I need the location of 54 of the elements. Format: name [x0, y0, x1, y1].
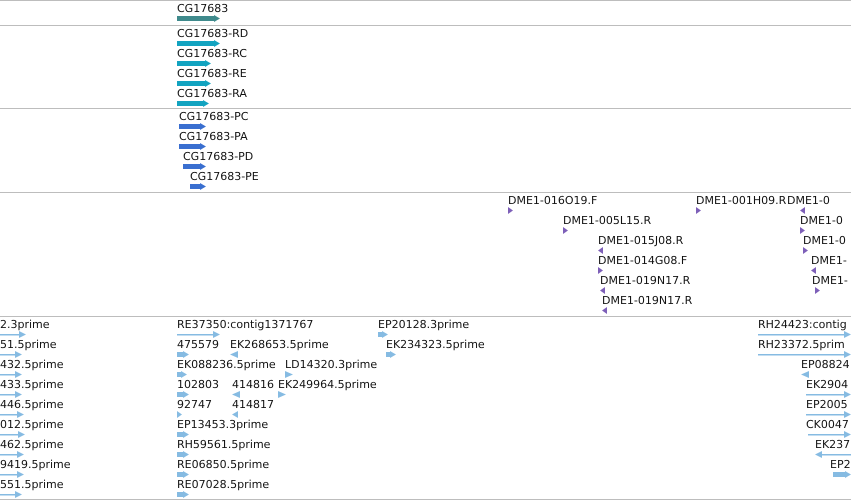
feature-label[interactable]: DME1- — [811, 254, 847, 267]
feature-label[interactable]: CG17683-PD — [183, 150, 254, 163]
feature-label[interactable]: 51.5prime — [0, 338, 57, 351]
feature-label[interactable]: CG17683-RC — [177, 47, 247, 60]
feature-label[interactable]: 551.5prime — [0, 478, 64, 491]
feature-label[interactable]: EK088236.5prime — [177, 358, 276, 371]
feature-label[interactable]: 102803 — [177, 378, 219, 391]
feature-label[interactable]: EK2904 — [806, 378, 848, 391]
feature-label[interactable]: RH59561.5prime — [177, 438, 270, 451]
feature-label[interactable]: DME1-005L15.R — [563, 214, 652, 227]
feature-label[interactable]: CK0047 — [806, 418, 849, 431]
feature-label[interactable]: CG17683-PA — [179, 130, 248, 143]
feature-label[interactable]: EK249964.5prime — [278, 378, 377, 391]
feature-label[interactable]: 462.5prime — [0, 438, 64, 451]
feature-label[interactable]: CG17683 — [177, 2, 228, 15]
feature-label[interactable]: 414816 — [232, 378, 274, 391]
feature-label[interactable]: 446.5prime — [0, 398, 64, 411]
feature-label[interactable]: RH24423:contig — [758, 318, 847, 331]
feature-label[interactable]: DME1-0 — [800, 214, 843, 227]
feature-label[interactable]: 012.5prime — [0, 418, 64, 431]
feature-label[interactable]: 432.5prime — [0, 358, 64, 371]
feature-label[interactable]: EK234323.5prime — [386, 338, 485, 351]
feature-label[interactable]: EP20128.3prime — [378, 318, 470, 331]
feature-label[interactable]: EP13453.3prime — [177, 418, 268, 431]
feature-label[interactable]: DME1-001H09.R — [696, 194, 786, 207]
feature-label[interactable]: RH23372.5prim — [758, 338, 845, 351]
feature-label[interactable]: 433.5prime — [0, 378, 64, 391]
feature-label[interactable]: DME1-0 — [787, 194, 830, 207]
feature-label[interactable]: DME1- — [812, 274, 848, 287]
feature-label[interactable]: DME1-0 — [803, 234, 846, 247]
feature-label[interactable]: DME1-019N17.R — [600, 274, 690, 287]
feature-label[interactable]: RE37350:contig1371767 — [177, 318, 314, 331]
feature-label[interactable]: 9419.5prime — [0, 458, 71, 471]
feature-label[interactable]: CG17683-RD — [177, 27, 248, 40]
feature-label[interactable]: 2.3prime — [0, 318, 50, 331]
feature-label[interactable]: 92747 — [177, 398, 212, 411]
feature-label[interactable]: RE06850.5prime — [177, 458, 270, 471]
feature-label[interactable]: CG17683-PE — [190, 170, 259, 183]
feature-label[interactable]: CG17683-RA — [177, 87, 247, 100]
feature-label[interactable]: EK268653.5prime — [230, 338, 329, 351]
feature-label[interactable]: CG17683-RE — [177, 67, 247, 80]
feature-label[interactable]: EP2005 — [806, 398, 848, 411]
feature-label[interactable]: DME1-014G08.F — [598, 254, 688, 267]
feature-label[interactable]: DME1-016O19.F — [508, 194, 598, 207]
feature-label[interactable]: EP2 — [830, 458, 851, 471]
feature-label[interactable]: RE07028.5prime — [177, 478, 270, 491]
feature-label[interactable]: LD14320.3prime — [285, 358, 378, 371]
feature-label[interactable]: 475579 — [177, 338, 219, 351]
feature-label[interactable]: EP08824 — [801, 358, 850, 371]
feature-label[interactable]: CG17683-PC — [179, 110, 248, 123]
feature-label[interactable]: 414817 — [232, 398, 274, 411]
feature-label[interactable]: EK237 — [815, 438, 850, 451]
feature-label[interactable]: DME1-019N17.R — [602, 294, 692, 307]
feature-label[interactable]: DME1-015J08.R — [598, 234, 684, 247]
